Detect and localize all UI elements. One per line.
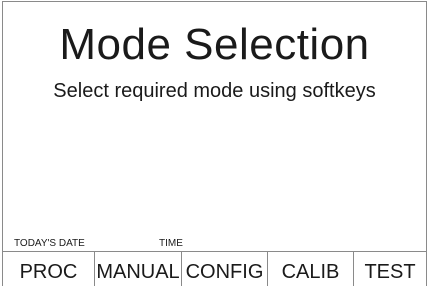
page-title: Mode Selection [59, 20, 370, 69]
softkey-manual[interactable]: MANUAL [94, 251, 181, 286]
softkey-proc[interactable]: PROC [2, 251, 94, 286]
softkey-test[interactable]: TEST [353, 251, 427, 286]
softkey-bar: PROC MANUAL CONFIG CALIB TEST [2, 251, 427, 286]
softkey-calib[interactable]: CALIB [267, 251, 353, 286]
time-label: TIME [159, 238, 183, 249]
softkey-config[interactable]: CONFIG [181, 251, 267, 286]
instruction-text: Select required mode using softkeys [53, 80, 376, 102]
todays-date-label: TODAY'S DATE [14, 238, 85, 249]
